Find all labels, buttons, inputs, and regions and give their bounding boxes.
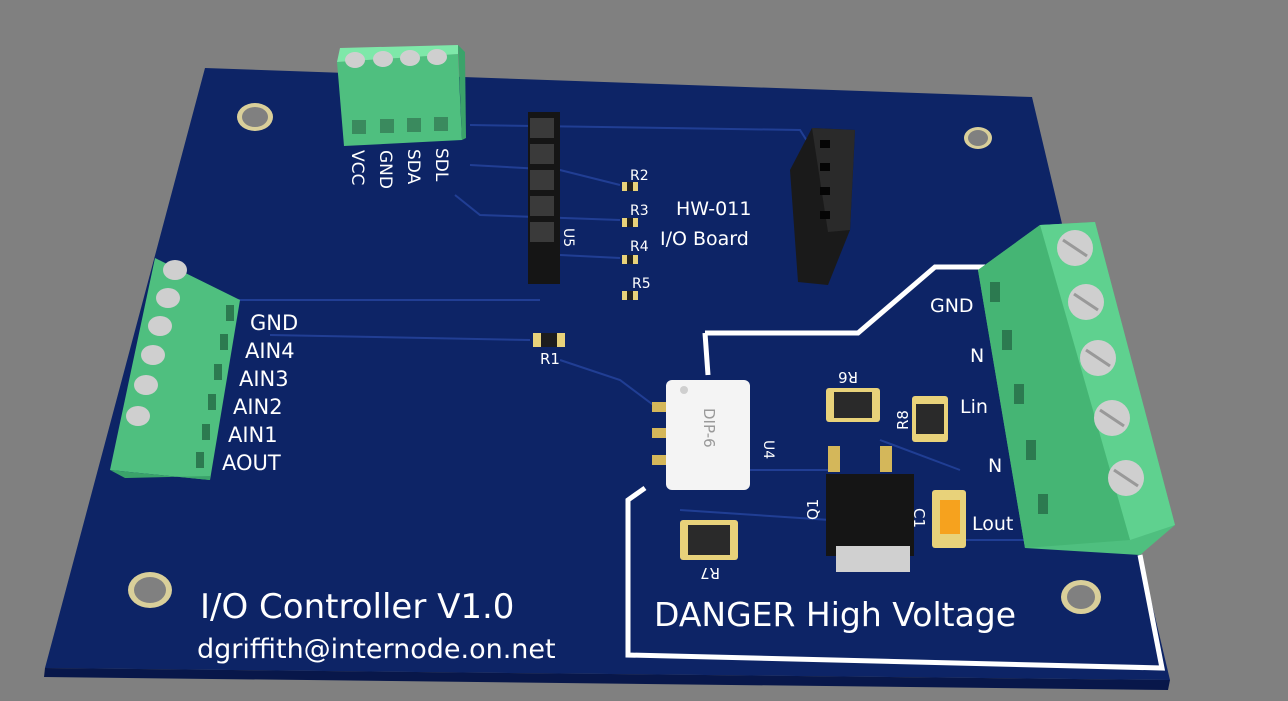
- danger-warning: DANGER High Voltage: [654, 595, 1016, 634]
- pin-label-lin: Lin: [960, 396, 988, 418]
- pin-label-n2: N: [988, 455, 1002, 477]
- r7-resistor: [680, 520, 738, 560]
- r2-label: R2: [630, 168, 649, 184]
- u5-header: [528, 112, 560, 284]
- r1-resistor: [533, 333, 565, 347]
- pin-label-lout: Lout: [972, 513, 1013, 535]
- r4-label: R4: [630, 239, 649, 255]
- r6-label: R6: [838, 368, 858, 386]
- board-title: I/O Controller V1.0: [200, 587, 514, 627]
- pin-label-sdl: SDL: [431, 148, 451, 182]
- pin-label-gnd-left: GND: [250, 311, 298, 335]
- r5-label: R5: [632, 276, 651, 292]
- top-terminal-block: [337, 45, 466, 146]
- module-subtitle: I/O Board: [660, 228, 749, 250]
- pin-label-vcc: VCC: [347, 150, 367, 185]
- pin-label-aout: AOUT: [222, 451, 281, 475]
- u4-body-label: DIP-6: [700, 408, 718, 448]
- pin-label-sda: SDA: [403, 149, 423, 185]
- r3-label: R3: [630, 203, 649, 219]
- pin-label-ain1: AIN1: [228, 423, 278, 447]
- c1-label: C1: [910, 508, 928, 528]
- u4-label: U4: [760, 440, 776, 459]
- u5-label: U5: [560, 228, 576, 247]
- r6-resistor: [826, 388, 880, 422]
- r8-resistor: [912, 396, 948, 442]
- board-email: dgriffith@internode.on.net: [197, 634, 556, 665]
- pin-label-gnd: GND: [375, 150, 395, 189]
- c1-capacitor: [932, 490, 966, 548]
- pin-label-ain2: AIN2: [233, 395, 283, 419]
- pcb-render: VCC GND SDA SDL U5 R2 R3 R4 R5 HW-011 I/…: [0, 0, 1288, 701]
- r1-label: R1: [540, 350, 560, 368]
- r7-label: R7: [700, 564, 720, 582]
- pin-label-gnd-right: GND: [930, 295, 974, 317]
- q1-label: Q1: [804, 499, 822, 520]
- module-name: HW-011: [676, 198, 751, 220]
- r8-label: R8: [894, 410, 912, 430]
- pin-label-n1: N: [970, 345, 984, 367]
- pin-label-ain4: AIN4: [245, 339, 295, 363]
- pin-label-ain3: AIN3: [239, 367, 289, 391]
